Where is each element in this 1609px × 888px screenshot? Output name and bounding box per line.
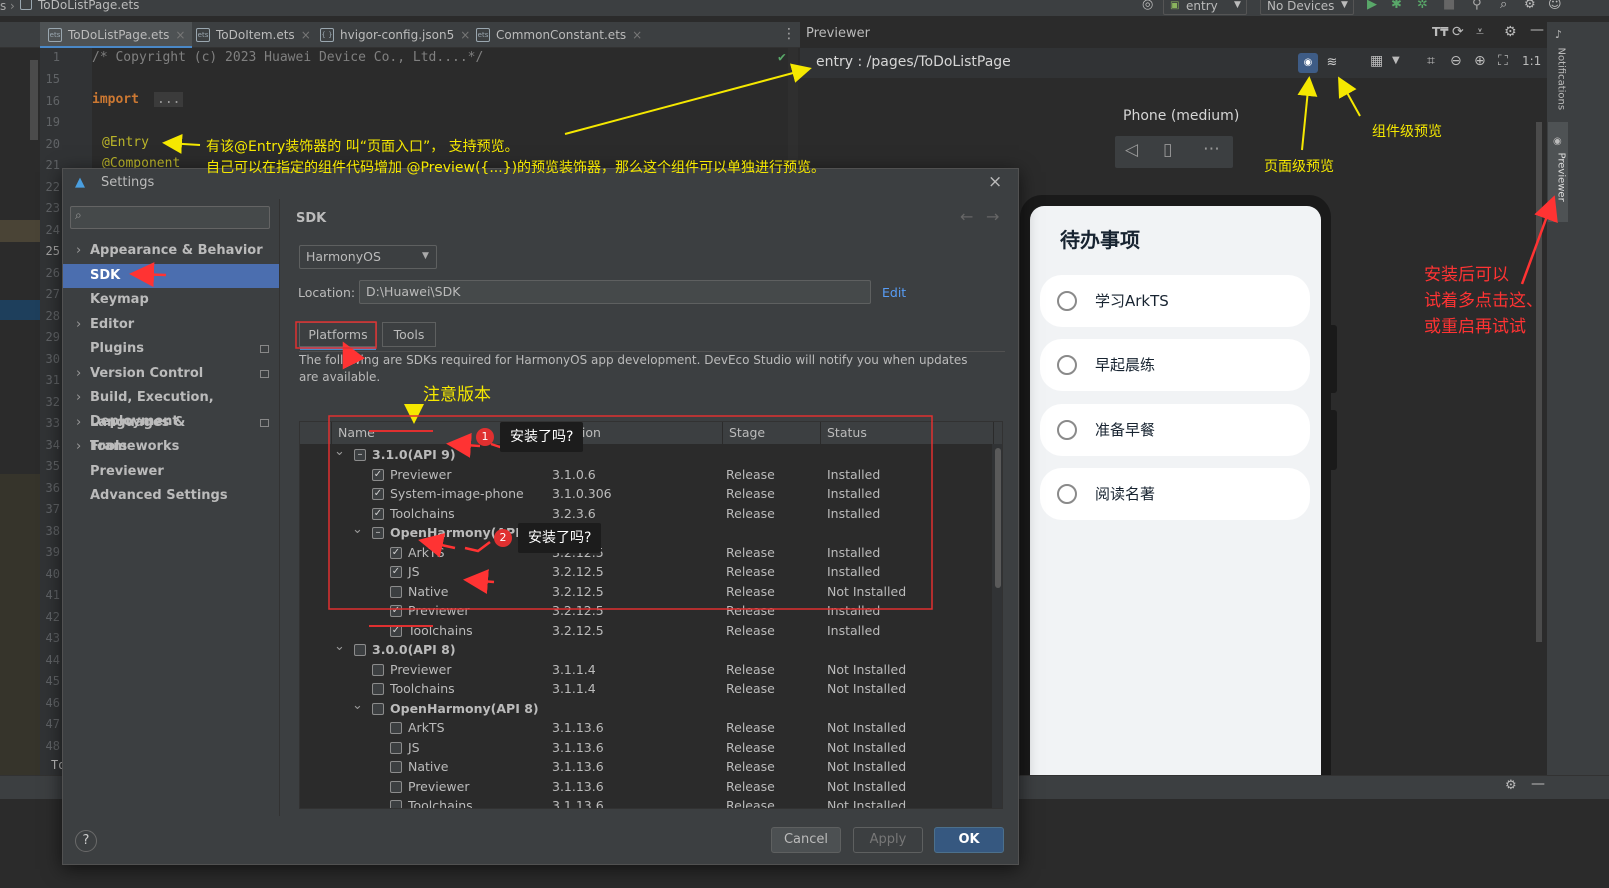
- retry-note-line: 试着多点击这、: [1424, 291, 1543, 311]
- check-mark: [464, 541, 491, 553]
- preview-decorator-note: 自己可以在指定的组件代码增加 @Preview({...})的预览装饰器，那么这…: [206, 160, 826, 176]
- arrow-page-preview: [1297, 76, 1318, 151]
- entry-note: 有该@Entry装饰器的 叫“页面入口”， 支持预览。: [206, 139, 519, 155]
- retry-note-line: 或重启再试试: [1424, 317, 1526, 337]
- installed-question-bubble: 安装了吗?: [500, 422, 584, 452]
- page-preview-note: 页面级预览: [1264, 159, 1334, 175]
- callout-number: 1: [476, 428, 494, 446]
- callout-number: 2: [494, 529, 512, 547]
- arrow-previewer-2: [463, 569, 495, 594]
- arrow-sdk: [129, 262, 167, 288]
- arrow-to-path: [564, 63, 812, 135]
- component-preview-note: 组件级预览: [1372, 124, 1442, 140]
- arrow-js: [418, 533, 456, 558]
- arrow-component-preview: [1338, 76, 1361, 117]
- arrow-to-entry: [162, 133, 201, 154]
- installed-question-bubble: 安装了吗?: [518, 523, 602, 553]
- arrow-previewer-1: [446, 432, 481, 458]
- version-note: 注意版本: [423, 385, 491, 405]
- platforms-highlight-box: [295, 321, 377, 349]
- annotation-overlay: [129, 63, 1558, 627]
- retry-note: 安装后可以 试着多点击这、 或重启再试试: [1424, 262, 1543, 340]
- retry-note-line: 安装后可以: [1424, 265, 1509, 285]
- api9-highlight-box: [328, 415, 933, 610]
